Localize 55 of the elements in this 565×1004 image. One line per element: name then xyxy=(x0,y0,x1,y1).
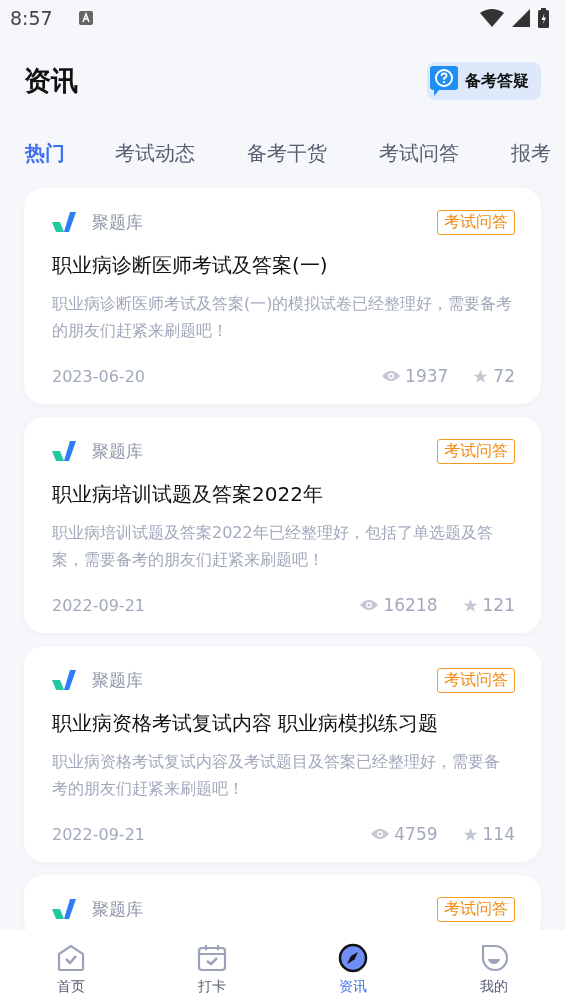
compass-icon xyxy=(337,942,370,974)
category-tab[interactable]: 考试动态 xyxy=(115,139,195,167)
article-title: 职业病资格考试复试内容 职业病模拟练习题 xyxy=(52,710,440,737)
category-tab[interactable]: 备考干货 xyxy=(247,139,327,167)
category-tab[interactable]: 考试问答 xyxy=(379,139,459,167)
check-logo-icon xyxy=(52,899,76,919)
speech-bubble-icon xyxy=(429,65,459,97)
source-name: 聚题库 xyxy=(92,439,143,463)
article-date: 2023-06-20 xyxy=(52,366,145,386)
article-summary: 职业病资格考试复试内容及考试题目及答案已经整理好，需要备考的朋友们赶紧来刷题吧！ xyxy=(52,751,501,800)
article-title: 职业病培训试题及答案2022年 xyxy=(52,481,324,508)
article-card[interactable]: 聚题库 考试问答 职业病培训试题及答案2022年 职业病培训试题及答案2022年已经整理好，包括了单选题及答案，需要备考的朋友们赶紧来刷题吧！ 2022-09-21 16218 121 xyxy=(24,417,541,633)
page-title: 资讯 xyxy=(24,64,79,98)
view-count: 16218 xyxy=(383,595,438,615)
favorite-count: 72 xyxy=(493,366,515,386)
battery-icon xyxy=(538,8,549,28)
category-tag: 考试问答 xyxy=(437,209,515,235)
exam-qa-button[interactable]: 备考答疑 xyxy=(427,62,541,100)
source-name: 聚题库 xyxy=(92,668,143,692)
article-summary: 职业病培训试题及答案2022年已经整理好，包括了单选题及答案，需要备考的朋友们赶紧来刷题吧！ xyxy=(52,522,494,571)
check-logo-icon xyxy=(52,441,76,461)
calendar-icon xyxy=(195,942,228,974)
category-tab[interactable]: 热门 xyxy=(25,139,65,167)
eye-icon xyxy=(360,599,379,611)
check-logo-icon xyxy=(52,212,76,232)
check-logo-icon xyxy=(52,670,76,690)
keyboard-icon xyxy=(78,11,93,25)
nav-tab[interactable]: 我的 xyxy=(423,930,565,1004)
favorite-count: 121 xyxy=(482,595,515,615)
eye-icon xyxy=(382,370,401,382)
nav-tab[interactable]: 首页 xyxy=(0,930,142,1004)
article-card[interactable]: 聚题库 考试问答 职业病资格考试复试内容 职业病模拟练习题 职业病资格考试复试内容及考试题目及答案已经整理好，需要备考的朋友们赶紧来刷题吧！ 2022-09-21 4759 114 xyxy=(24,646,541,862)
source-name: 聚题库 xyxy=(92,897,143,921)
category-tag: 考试问答 xyxy=(437,667,515,693)
article-summary: 职业病诊断医师考试及答案(一)的模拟试卷已经整理好，需要备考的朋友们赶紧来刷题吧！ xyxy=(52,293,514,342)
category-tag: 考试问答 xyxy=(437,896,515,922)
view-count: 1937 xyxy=(405,366,449,386)
star-icon xyxy=(462,597,478,613)
star-icon xyxy=(462,826,478,842)
category-tab[interactable]: 报考 xyxy=(511,139,551,167)
nav-tab[interactable]: 资讯 xyxy=(282,930,424,1004)
wifi-icon xyxy=(480,9,504,27)
signal-icon xyxy=(512,9,530,27)
nav-tab[interactable]: 打卡 xyxy=(141,930,283,1004)
star-icon xyxy=(473,368,489,384)
eye-icon xyxy=(371,828,390,840)
favorite-count: 114 xyxy=(482,824,515,844)
status-time: 8:57 xyxy=(10,7,53,29)
article-card[interactable]: 聚题库 考试问答 职业病诊断医师考试及答案(一) 职业病诊断医师考试及答案(一)的模拟试卷已经整理好，需要备考的朋友们赶紧来刷题吧！ 2023-06-20 1937 72 xyxy=(24,188,541,404)
article-date: 2022-09-21 xyxy=(52,595,145,615)
view-count: 4759 xyxy=(394,824,438,844)
category-tag: 考试问答 xyxy=(437,438,515,464)
source-name: 聚题库 xyxy=(92,210,143,234)
article-date: 2022-09-21 xyxy=(52,824,145,844)
article-title: 职业病诊断医师考试及答案(一) xyxy=(52,252,329,279)
